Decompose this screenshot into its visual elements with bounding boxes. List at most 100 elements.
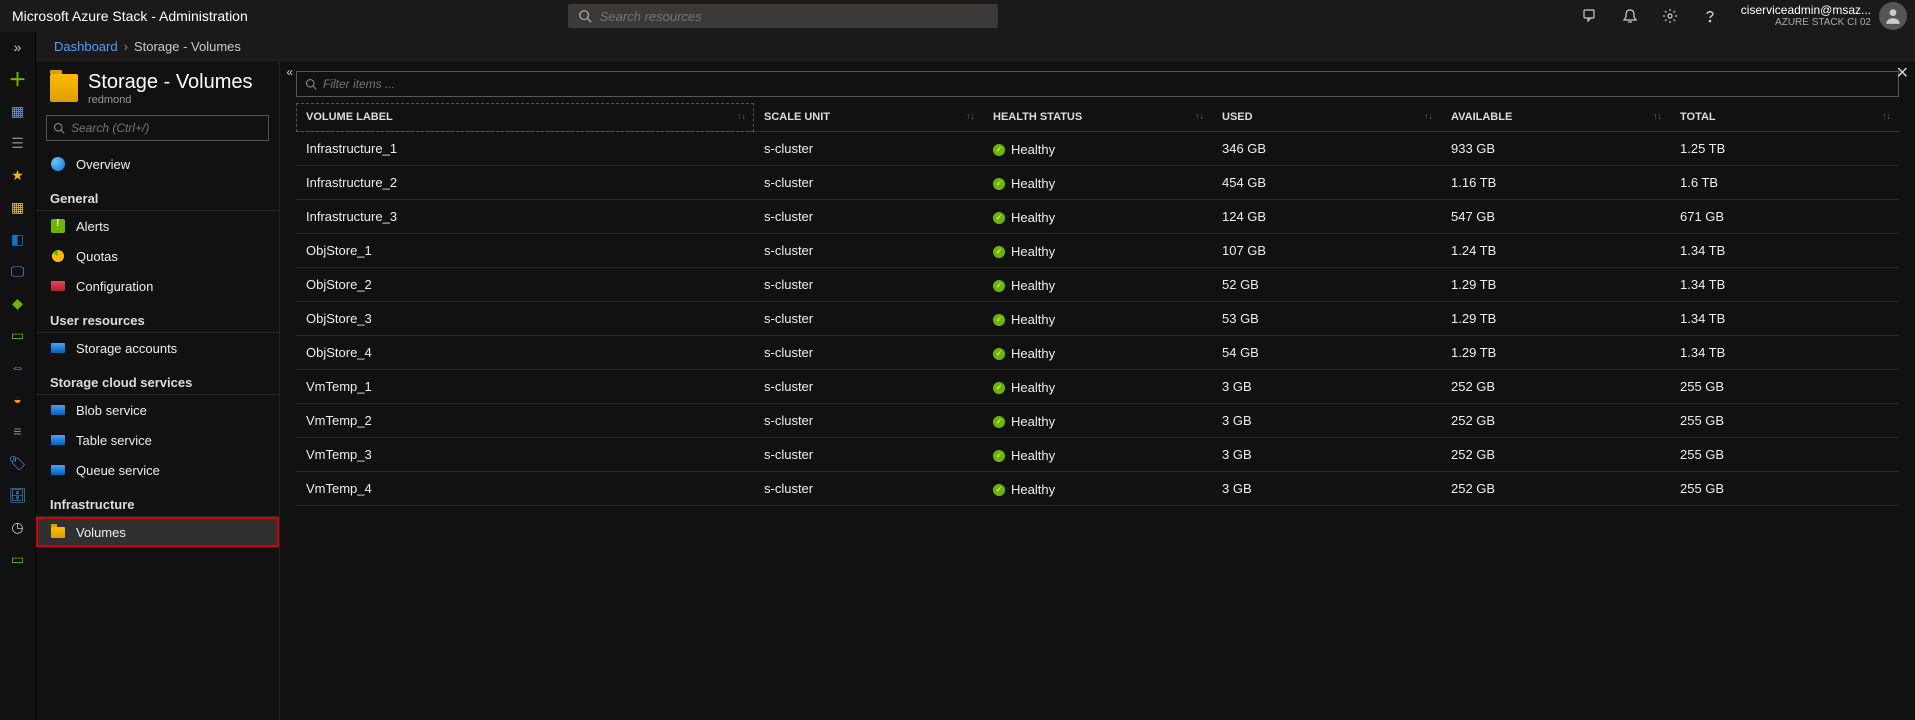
list2-icon[interactable]: ≡	[7, 420, 29, 442]
table-row[interactable]: ObjStore_2s-clusterHealthy52 GB1.29 TB1.…	[296, 268, 1899, 302]
help-icon[interactable]	[1701, 7, 1719, 25]
nav-label: Alerts	[76, 219, 109, 234]
col-used[interactable]: USED↑↓	[1212, 103, 1441, 132]
table-row[interactable]: Infrastructure_3s-clusterHealthy124 GB54…	[296, 200, 1899, 234]
nav-table-service[interactable]: Table service	[36, 425, 279, 455]
sql-icon[interactable]: 🗄	[7, 484, 29, 506]
global-search-input[interactable]	[594, 9, 990, 24]
account-menu[interactable]: ciserviceadmin@msaz... AZURE STACK CI 02	[1741, 2, 1907, 30]
nav-label: Configuration	[76, 279, 153, 294]
cell-total: 1.34 TB	[1670, 336, 1899, 370]
nav-blob-service[interactable]: Blob service	[36, 395, 279, 425]
table-row[interactable]: Infrastructure_2s-clusterHealthy454 GB1.…	[296, 166, 1899, 200]
breadcrumb-root[interactable]: Dashboard	[54, 39, 118, 54]
collapse-panel-button[interactable]: «	[286, 65, 293, 79]
cell-scale: s-cluster	[754, 370, 983, 404]
healthy-icon	[993, 382, 1005, 394]
cell-used: 107 GB	[1212, 234, 1441, 268]
settings-icon[interactable]	[1661, 7, 1679, 25]
account-org: AZURE STACK CI 02	[1741, 17, 1871, 28]
volumes-grid: VOLUME LABEL↑↓ SCALE UNIT↑↓ HEALTH STATU…	[280, 61, 1915, 720]
network-icon[interactable]: ⇔	[7, 356, 29, 378]
col-scale-unit[interactable]: SCALE UNIT↑↓	[754, 103, 983, 132]
folder-icon	[50, 74, 78, 102]
cell-total: 1.6 TB	[1670, 166, 1899, 200]
blade-nav-panel: « Storage - Volumes redmond Overview	[36, 61, 280, 720]
cell-label: Infrastructure_2	[296, 166, 754, 200]
create-resource-icon[interactable]: ＋	[7, 68, 29, 90]
quota-icon	[50, 248, 66, 264]
list-icon[interactable]: ☰	[7, 132, 29, 154]
table-row[interactable]: VmTemp_4s-clusterHealthy3 GB252 GB255 GB	[296, 472, 1899, 506]
cell-used: 3 GB	[1212, 472, 1441, 506]
tags-icon[interactable]: 🏷	[7, 452, 29, 474]
cell-label: ObjStore_2	[296, 268, 754, 302]
cell-scale: s-cluster	[754, 268, 983, 302]
table-row[interactable]: ObjStore_4s-clusterHealthy54 GB1.29 TB1.…	[296, 336, 1899, 370]
cell-total: 671 GB	[1670, 200, 1899, 234]
recent-icon[interactable]: ◷	[7, 516, 29, 538]
cell-scale: s-cluster	[754, 166, 983, 200]
cell-used: 52 GB	[1212, 268, 1441, 302]
region-icon[interactable]: ◒	[7, 388, 29, 410]
nav-storage-accounts[interactable]: Storage accounts	[36, 333, 279, 363]
globe-icon	[50, 156, 66, 172]
healthy-icon	[993, 144, 1005, 156]
cell-health: Healthy	[983, 200, 1212, 234]
monitor-icon[interactable]: 🖵	[7, 260, 29, 282]
cell-total: 255 GB	[1670, 404, 1899, 438]
nav-overview[interactable]: Overview	[36, 149, 279, 179]
nav-configuration[interactable]: Configuration	[36, 271, 279, 301]
resource-groups-icon[interactable]: ◧	[7, 228, 29, 250]
cell-used: 54 GB	[1212, 336, 1441, 370]
nav-label: Volumes	[76, 525, 126, 540]
table-row[interactable]: Infrastructure_1s-clusterHealthy346 GB93…	[296, 132, 1899, 166]
col-available[interactable]: AVAILABLE↑↓	[1441, 103, 1670, 132]
brand-title: Microsoft Azure Stack - Administration	[8, 8, 248, 24]
panel-search[interactable]	[46, 115, 269, 141]
marketplace-icon[interactable]: ◆	[7, 292, 29, 314]
nav-queue-service[interactable]: Queue service	[36, 455, 279, 485]
expand-rail-icon[interactable]: »	[7, 36, 29, 58]
panel-search-input[interactable]	[65, 121, 262, 135]
nav-volumes[interactable]: Volumes	[36, 517, 279, 547]
cell-scale: s-cluster	[754, 200, 983, 234]
close-blade-button[interactable]: ✕	[1896, 63, 1909, 83]
sort-icon: ↑↓	[1653, 111, 1662, 121]
nav-quotas[interactable]: Quotas	[36, 241, 279, 271]
table-row[interactable]: VmTemp_3s-clusterHealthy3 GB252 GB255 GB	[296, 438, 1899, 472]
global-search[interactable]	[568, 4, 998, 28]
section-user-resources: User resources	[36, 301, 279, 333]
nav-label: Quotas	[76, 249, 118, 264]
cell-available: 252 GB	[1441, 438, 1670, 472]
col-total[interactable]: TOTAL↑↓	[1670, 103, 1899, 132]
table-row[interactable]: VmTemp_2s-clusterHealthy3 GB252 GB255 GB	[296, 404, 1899, 438]
favorites-icon[interactable]: ★	[7, 164, 29, 186]
sort-icon: ↑↓	[1882, 111, 1891, 121]
cell-health: Healthy	[983, 302, 1212, 336]
table-row[interactable]: VmTemp_1s-clusterHealthy3 GB252 GB255 GB	[296, 370, 1899, 404]
cell-health: Healthy	[983, 336, 1212, 370]
healthy-icon	[993, 416, 1005, 428]
nav-alerts[interactable]: Alerts	[36, 211, 279, 241]
table-service-icon	[50, 432, 66, 448]
cell-available: 1.16 TB	[1441, 166, 1670, 200]
storage2-icon[interactable]: ▭	[7, 548, 29, 570]
dashboard-icon[interactable]: ▦	[7, 100, 29, 122]
grid-filter-input[interactable]	[317, 77, 1890, 91]
col-health[interactable]: HEALTH STATUS↑↓	[983, 103, 1212, 132]
notifications-icon[interactable]	[1621, 7, 1639, 25]
table-row[interactable]: ObjStore_1s-clusterHealthy107 GB1.24 TB1…	[296, 234, 1899, 268]
feedback-icon[interactable]	[1581, 7, 1599, 25]
breadcrumb-current: Storage - Volumes	[134, 39, 241, 54]
all-services-icon[interactable]: ▦	[7, 196, 29, 218]
healthy-icon	[993, 178, 1005, 190]
grid-filter[interactable]	[296, 71, 1899, 97]
col-volume-label[interactable]: VOLUME LABEL↑↓	[296, 103, 754, 132]
blade-subtitle: redmond	[88, 94, 253, 106]
storage-rail-icon[interactable]: ▭	[7, 324, 29, 346]
cell-scale: s-cluster	[754, 302, 983, 336]
cell-used: 454 GB	[1212, 166, 1441, 200]
table-row[interactable]: ObjStore_3s-clusterHealthy53 GB1.29 TB1.…	[296, 302, 1899, 336]
cell-used: 3 GB	[1212, 404, 1441, 438]
